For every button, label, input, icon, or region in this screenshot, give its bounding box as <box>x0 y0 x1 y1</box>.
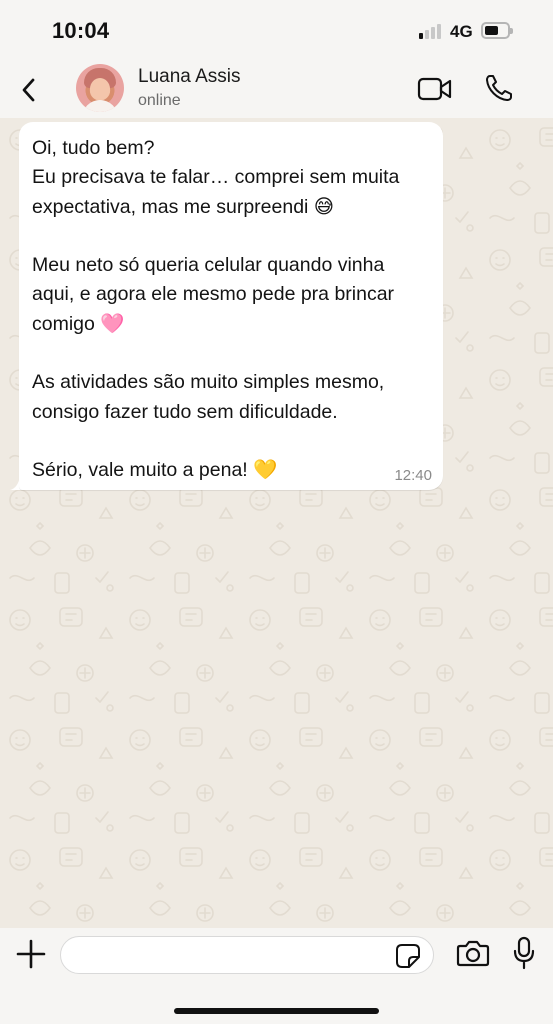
phone-icon <box>486 75 512 101</box>
camera-icon <box>456 940 490 967</box>
message-text: Oi, tudo bem? Eu precisava te falar… com… <box>32 137 400 482</box>
attach-button[interactable] <box>16 939 46 969</box>
battery-icon <box>481 22 513 39</box>
voice-call-button[interactable] <box>484 73 514 103</box>
plus-icon <box>16 939 46 969</box>
message-field[interactable] <box>60 936 434 974</box>
home-indicator[interactable] <box>174 1008 379 1014</box>
back-button[interactable] <box>16 72 44 108</box>
microphone-icon <box>513 936 535 970</box>
message-input[interactable] <box>75 943 385 967</box>
contact-status: online <box>138 92 181 109</box>
message-time: 12:40 <box>394 467 432 484</box>
signal-strength-icon <box>419 24 443 39</box>
avatar[interactable] <box>76 64 124 112</box>
status-bar: 10:04 4G <box>0 0 553 60</box>
video-camera-icon <box>417 77 452 101</box>
chat-header: Luana Assis online <box>0 60 553 118</box>
message-bubble-incoming[interactable]: Oi, tudo bem? Eu precisava te falar… com… <box>19 122 443 490</box>
sticker-button[interactable] <box>395 943 421 969</box>
input-bar <box>0 928 553 1024</box>
status-time: 10:04 <box>52 18 110 43</box>
network-type: 4G <box>450 22 473 41</box>
video-call-button[interactable] <box>417 76 453 102</box>
chevron-left-icon <box>22 78 35 102</box>
camera-button[interactable] <box>456 939 490 967</box>
microphone-button[interactable] <box>512 936 536 970</box>
contact-name[interactable]: Luana Assis <box>138 66 240 88</box>
chat-area[interactable]: Oi, tudo bem? Eu precisava te falar… com… <box>0 118 553 928</box>
sticker-icon <box>396 944 420 968</box>
